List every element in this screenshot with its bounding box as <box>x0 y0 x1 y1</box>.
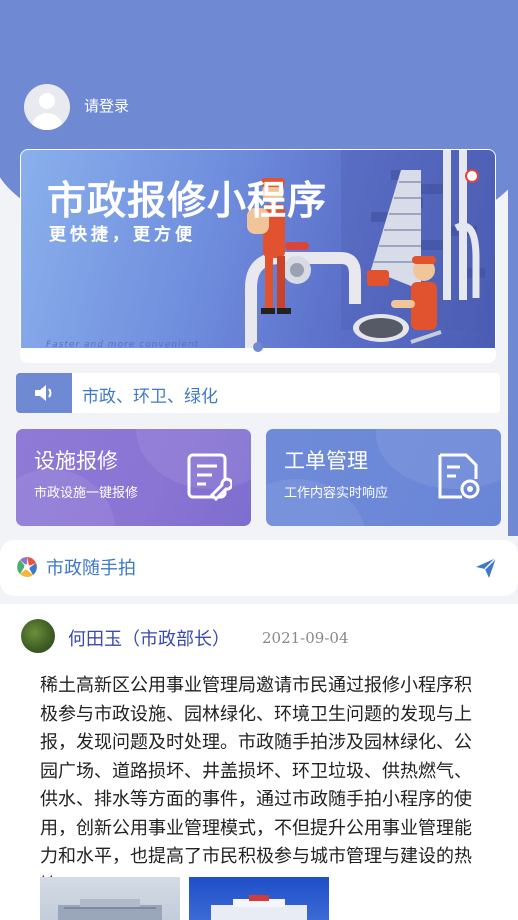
avatar-body-shape <box>31 113 63 130</box>
facility-repair-card[interactable]: 设施报修 市政设施一键报修 <box>16 429 251 526</box>
section-title: 市政随手拍 <box>46 558 136 579</box>
building-photo <box>58 899 162 920</box>
work-order-card[interactable]: 工单管理 工作内容实时响应 <box>266 429 501 526</box>
banner-image: 市政报修小程序 更快捷，更方便 <box>21 150 495 348</box>
send-icon[interactable] <box>474 556 498 580</box>
user-avatar[interactable] <box>24 84 70 130</box>
notice-bar[interactable]: 市政、环卫、绿化 <box>16 373 500 413</box>
building-photo <box>211 895 307 920</box>
post-image-thumbnail[interactable] <box>40 877 180 920</box>
card-title: 工单管理 <box>284 449 368 473</box>
post-author[interactable]: 何田玉（市政部长） <box>68 625 230 651</box>
speaker-icon <box>35 385 52 401</box>
carousel-indicator[interactable] <box>253 342 263 352</box>
header-side-strip <box>508 56 518 536</box>
camera-aperture-icon <box>17 557 37 577</box>
banner-carousel[interactable]: 市政报修小程序 更快捷，更方便 Faster and more convenie… <box>20 149 496 363</box>
post-card[interactable]: 何田玉（市政部长） 2021-09-04 稀土高新区公用事业管理局邀请市民通过报… <box>0 604 518 920</box>
banner-footer-text: Faster and more convenient <box>46 340 200 350</box>
notice-text: 市政、环卫、绿化 <box>82 387 218 407</box>
snapshot-section-header: 市政随手拍 <box>0 540 518 596</box>
card-subtitle: 市政设施一键报修 <box>34 486 139 501</box>
post-date: 2021-09-04 <box>262 629 349 647</box>
document-settings-icon <box>438 453 480 499</box>
banner-title: 市政报修小程序 <box>47 179 328 224</box>
repair-form-icon <box>187 453 232 501</box>
banner-subtitle: 更快捷，更方便 <box>49 225 196 245</box>
post-body: 稀土高新区公用事业管理局邀请市民通过报修小程序积极参与市政设施、园林绿化、环境卫… <box>40 675 472 896</box>
card-subtitle: 工作内容实时响应 <box>284 486 389 501</box>
card-title: 设施报修 <box>34 449 118 473</box>
post-image-thumbnail[interactable] <box>189 877 329 920</box>
login-link[interactable]: 请登录 <box>84 95 129 116</box>
notice-icon-box <box>16 373 72 413</box>
author-avatar[interactable] <box>21 619 55 653</box>
avatar-head-shape <box>39 93 55 109</box>
